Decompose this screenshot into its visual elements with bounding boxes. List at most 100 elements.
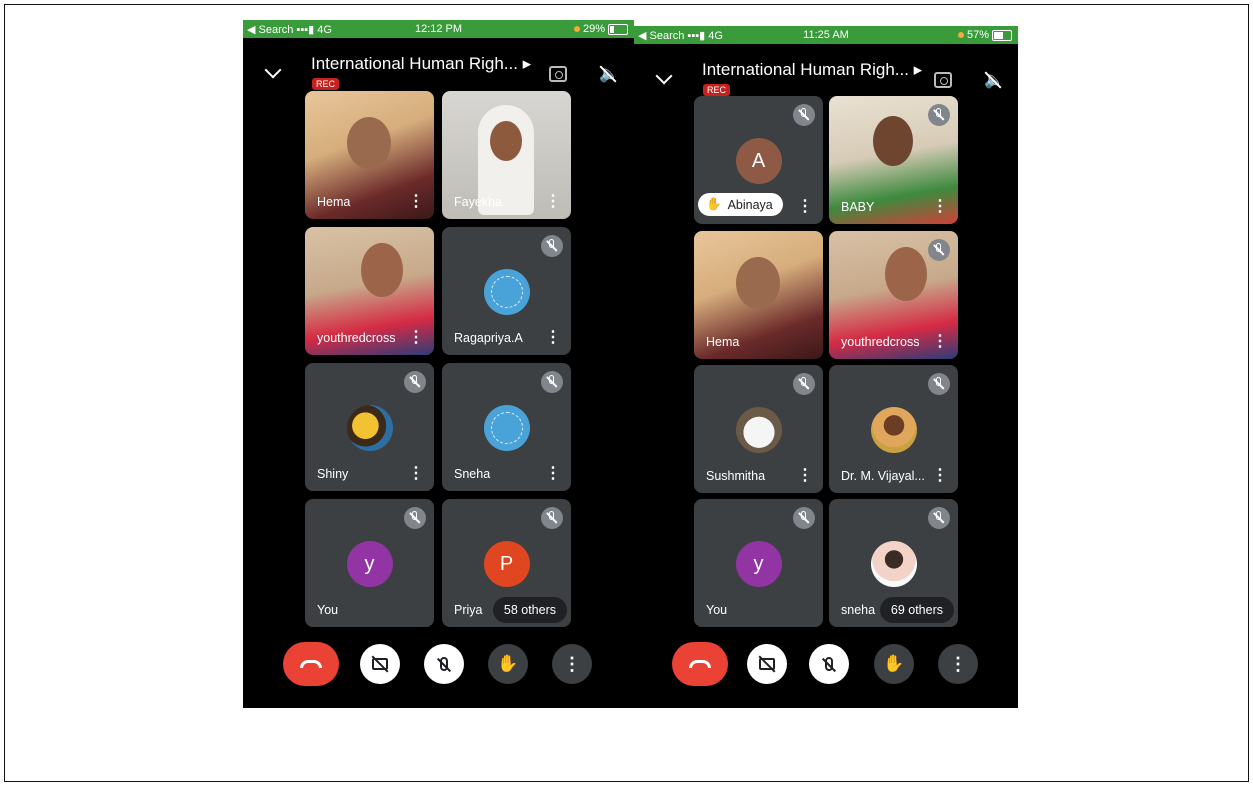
status-time: 12:12 PM: [414, 23, 463, 35]
mic-off-icon: [928, 507, 950, 529]
participant-name: youthredcross: [317, 331, 396, 345]
participant-name: Fayekha: [454, 195, 502, 209]
participant-tile-self[interactable]: y You: [305, 499, 434, 627]
participant-tile-self[interactable]: y You: [694, 499, 823, 627]
mic-off-icon: [440, 657, 448, 671]
participant-tile[interactable]: youthredcross ⋮: [829, 231, 958, 359]
participant-tile[interactable]: BABY ⋮: [829, 96, 958, 224]
mic-off-icon: [928, 239, 950, 261]
avatar: A: [735, 138, 782, 184]
collapse-chevron-icon[interactable]: [655, 67, 673, 85]
mic-off-icon: [541, 507, 563, 529]
kebab-icon[interactable]: ⋮: [408, 466, 424, 482]
mic-off-icon: [541, 371, 563, 393]
participant-name: You: [706, 603, 728, 617]
participant-tile[interactable]: Hema: [694, 231, 823, 359]
switch-camera-icon[interactable]: [549, 66, 567, 82]
camera-toggle-button[interactable]: [747, 644, 787, 684]
more-options-button[interactable]: ⋮: [552, 644, 592, 684]
raise-hand-button[interactable]: ✋: [488, 644, 528, 684]
battery-icon: [608, 23, 628, 35]
avatar: [870, 541, 917, 587]
participant-tile[interactable]: P Priya 58 others: [442, 499, 571, 627]
participant-name: Dr. M. Vijayal...: [841, 469, 925, 483]
mic-off-icon: [793, 507, 815, 529]
battery-icon: [992, 29, 1012, 41]
others-count-pill[interactable]: 69 others: [879, 597, 954, 623]
avatar: [483, 405, 530, 451]
participant-tile[interactable]: youthredcross ⋮: [305, 227, 434, 355]
hand-icon: ✋: [706, 197, 722, 211]
avatar: y: [346, 541, 393, 587]
participant-tile[interactable]: Ragapriya.A ⋮: [442, 227, 571, 355]
mic-toggle-button[interactable]: [809, 644, 849, 684]
avatar: y: [735, 541, 782, 587]
location-dot-icon: [957, 32, 964, 38]
mic-off-icon: [541, 235, 563, 257]
kebab-icon[interactable]: ⋮: [408, 194, 424, 210]
participant-tile[interactable]: sneha 69 others: [829, 499, 958, 627]
participant-tile[interactable]: Sushmitha ⋮: [694, 365, 823, 493]
avatar: [483, 269, 530, 315]
collapse-chevron-icon[interactable]: [264, 61, 282, 79]
kebab-icon[interactable]: ⋮: [797, 468, 813, 484]
battery-percent: 29%: [582, 23, 605, 35]
participant-name: Sushmitha: [706, 469, 766, 483]
more-vert-icon: ⋮: [563, 654, 581, 674]
battery-percent: 57%: [966, 29, 989, 41]
meeting-title[interactable]: International Human Righ... ▸: [311, 54, 531, 74]
end-call-button[interactable]: [672, 642, 728, 686]
mic-off-icon: [793, 104, 815, 126]
participant-name: Ragapriya.A: [454, 331, 523, 345]
meeting-title[interactable]: International Human Righ... ▸: [702, 60, 922, 80]
camera-off-icon: [372, 658, 388, 670]
status-right: 29%: [573, 23, 628, 35]
kebab-icon[interactable]: ⋮: [545, 330, 561, 346]
speaker-off-icon[interactable]: 🔈: [599, 64, 619, 84]
rec-badge: REC: [312, 78, 340, 90]
participant-tile[interactable]: Shiny ⋮: [305, 363, 434, 491]
kebab-icon[interactable]: ⋮: [932, 334, 948, 350]
phone-hangup-icon: [689, 660, 711, 668]
switch-camera-icon[interactable]: [934, 72, 952, 88]
avatar: [870, 407, 917, 453]
participant-name: youthredcross: [841, 335, 920, 349]
kebab-icon[interactable]: ⋮: [545, 194, 561, 210]
rec-badge: REC: [703, 84, 731, 96]
hand-icon: ✋: [497, 654, 519, 673]
mic-off-icon: [928, 373, 950, 395]
status-bar: ◀ Search ▪▪▪▮ 4G 11:25 AM 57%: [634, 26, 1018, 44]
participant-tile[interactable]: A ✋ Abinaya ⋮: [694, 96, 823, 224]
others-count-pill[interactable]: 58 others: [492, 597, 567, 623]
participant-tile[interactable]: Fayekha ⋮: [442, 91, 571, 219]
participant-name: sneha: [841, 603, 876, 617]
speaker-off-icon[interactable]: 🔈: [984, 70, 1004, 90]
meeting-header: International Human Righ... ▸ REC 🔈: [243, 38, 634, 94]
phone-screenshot-1: ◀ Search ▪▪▪▮ 4G 12:12 PM 29% Internatio…: [243, 20, 634, 708]
phone-screenshot-2: ◀ Search ▪▪▪▮ 4G 11:25 AM 57% Internatio…: [634, 26, 1018, 708]
raise-hand-button[interactable]: ✋: [874, 644, 914, 684]
status-bar: ◀ Search ▪▪▪▮ 4G 12:12 PM 29%: [243, 20, 634, 38]
kebab-icon[interactable]: ⋮: [545, 466, 561, 482]
status-carrier[interactable]: ◀ Search ▪▪▪▮ 4G: [247, 23, 332, 36]
hand-icon: ✋: [883, 654, 905, 673]
end-call-button[interactable]: [283, 642, 339, 686]
status-carrier[interactable]: ◀ Search ▪▪▪▮ 4G: [638, 29, 723, 42]
mic-toggle-button[interactable]: [424, 644, 464, 684]
avatar: P: [483, 541, 530, 587]
participant-tile[interactable]: Hema ⋮: [305, 91, 434, 219]
participant-name: You: [317, 603, 339, 617]
kebab-icon[interactable]: ⋮: [408, 330, 424, 346]
participant-tile[interactable]: Sneha ⋮: [442, 363, 571, 491]
participant-tile[interactable]: Dr. M. Vijayal... ⋮: [829, 365, 958, 493]
kebab-icon[interactable]: ⋮: [797, 199, 813, 215]
avatar: [346, 405, 393, 451]
camera-toggle-button[interactable]: [360, 644, 400, 684]
more-options-button[interactable]: ⋮: [938, 644, 978, 684]
avatar: [735, 407, 782, 453]
participant-name: BABY: [841, 200, 875, 214]
kebab-icon[interactable]: ⋮: [932, 468, 948, 484]
kebab-icon[interactable]: ⋮: [932, 199, 948, 215]
more-vert-icon: ⋮: [949, 654, 967, 674]
phone-hangup-icon: [300, 660, 322, 668]
